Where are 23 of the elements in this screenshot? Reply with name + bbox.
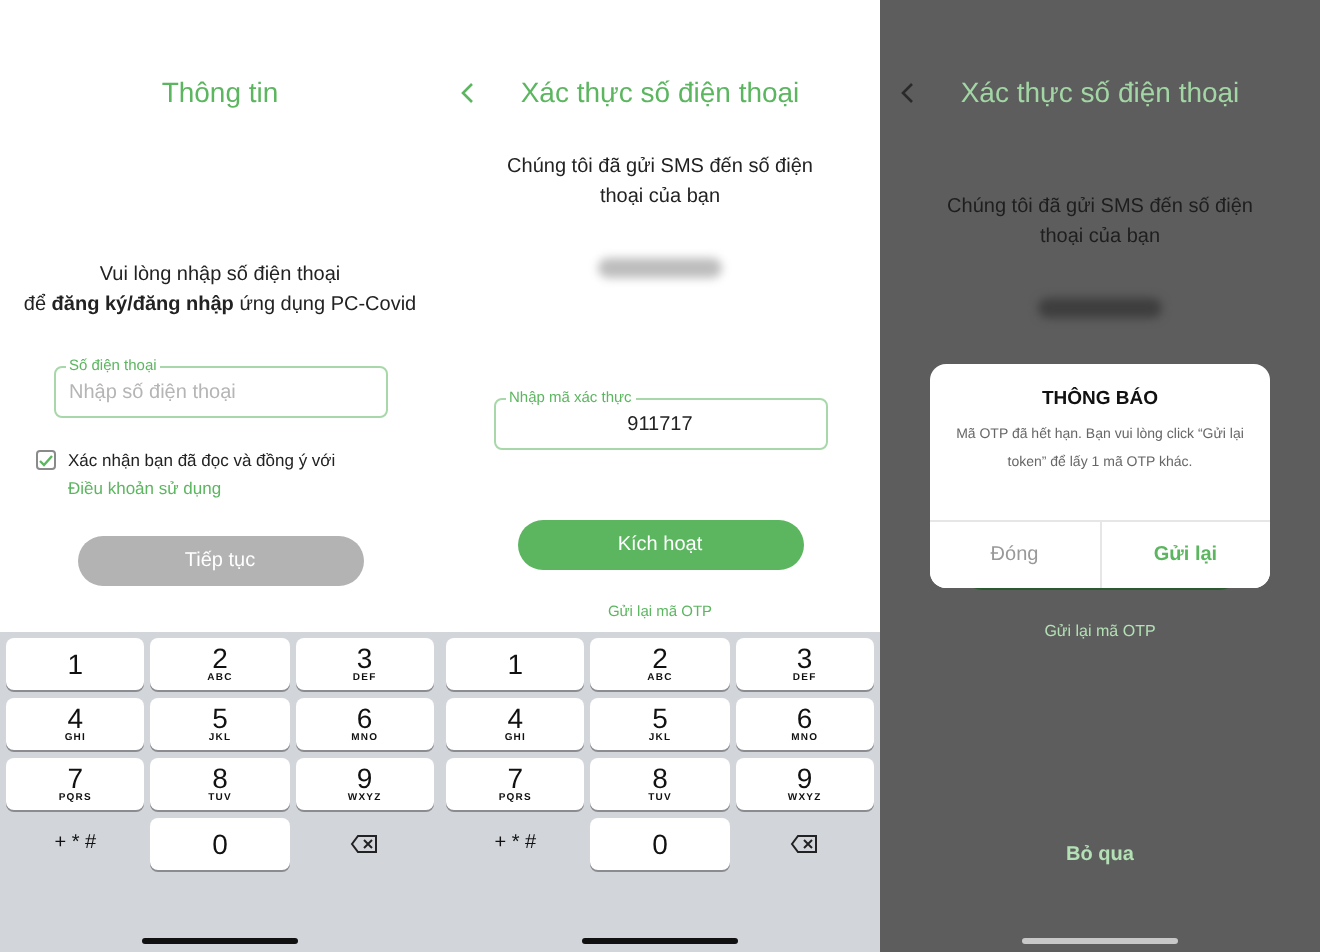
blurred-phone-number — [598, 258, 722, 278]
consent-checkbox[interactable] — [36, 450, 56, 470]
instruction-text: Vui lòng nhập số điện thoại để đăng ký/đăng nhập ứng dụng PC-Covid — [23, 262, 417, 320]
symbols-key[interactable]: + * # — [446, 818, 585, 870]
instruction-text: Chúng tôi đã gửi SMS đến số điện thoại của bạn — [947, 194, 1253, 252]
instruction-text: Chúng tôi đã gửi SMS đến số điện thoại của bạn — [507, 154, 813, 212]
screen-title: Thông tin — [161, 76, 279, 108]
keypad-key[interactable]: 0 — [590, 818, 730, 870]
blurred-phone-number — [1038, 298, 1162, 318]
resend-otp-link[interactable]: Gửi lại mã OTP — [1044, 622, 1156, 640]
consent-text: Xác nhận bạn đã đọc và đồng ý với — [68, 450, 336, 470]
keypad-key[interactable]: 1 — [446, 638, 585, 690]
skip-link[interactable]: Bỏ qua — [1066, 844, 1134, 866]
back-icon[interactable] — [460, 82, 474, 104]
keypad-key[interactable]: 1 — [6, 638, 145, 690]
screen-title: Xác thực số điện thoại — [520, 76, 800, 108]
backspace-icon — [790, 834, 819, 854]
back-icon[interactable] — [900, 82, 914, 104]
screen-title: Xác thực số điện thoại — [960, 76, 1240, 108]
symbols-key[interactable]: + * # — [6, 818, 145, 870]
backspace-icon — [350, 834, 379, 854]
keypad-key[interactable]: 0 — [150, 818, 290, 870]
dialog-title: THÔNG BÁO — [1041, 388, 1159, 410]
